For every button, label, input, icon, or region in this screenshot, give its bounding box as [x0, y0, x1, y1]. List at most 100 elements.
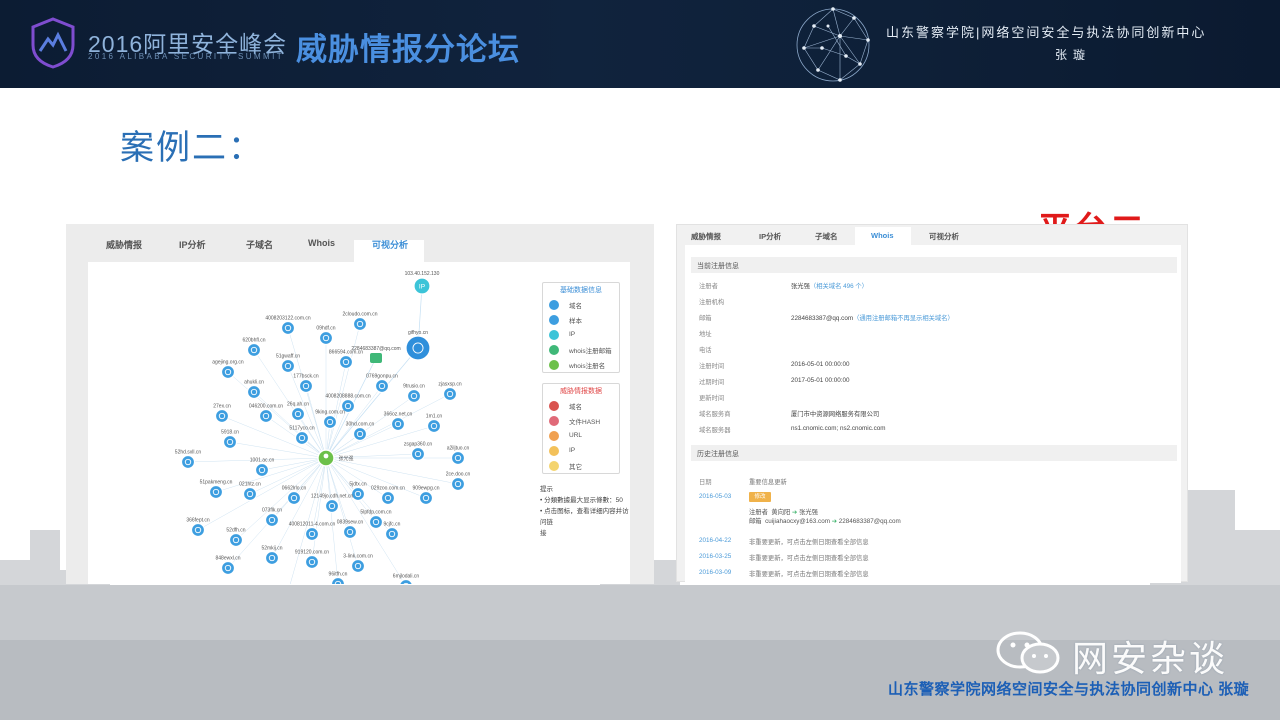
legend-item[interactable]: 域名: [543, 398, 619, 413]
domain-node[interactable]: [190, 522, 206, 538]
legend-item[interactable]: 域名: [543, 297, 619, 312]
domain-node[interactable]: [318, 330, 334, 346]
domain-node[interactable]: [304, 554, 320, 570]
graph-node-label: zsgap360.cn: [404, 442, 433, 448]
legend-item[interactable]: whois注册名: [543, 357, 619, 372]
legend-item[interactable]: IP: [543, 443, 619, 458]
legend-item[interactable]: 其它: [543, 458, 619, 473]
tab-visual-analysis[interactable]: 可视分析: [372, 238, 408, 251]
domain-node[interactable]: [368, 514, 384, 530]
center-node-label: 张光强: [338, 455, 353, 462]
domain-node[interactable]: [220, 364, 236, 380]
legend-item[interactable]: URL: [543, 428, 619, 443]
email-note-link[interactable]: （通用注册邮箱不再显示相关域名）: [853, 315, 954, 322]
domain-node[interactable]: [330, 576, 346, 585]
domain-node[interactable]: [280, 358, 296, 374]
domain-node[interactable]: [374, 378, 390, 394]
domain-node[interactable]: [418, 490, 434, 506]
domain-node[interactable]: [450, 476, 466, 492]
history-date-link[interactable]: 2016-03-09: [699, 569, 731, 576]
summit-header-banner: 2016阿里安全峰会 2016 ALIBABA SECURITY SUMMIT …: [0, 0, 1280, 88]
legend-item[interactable]: whois注册邮箱: [543, 342, 619, 357]
graph-node-label: agejing.org.cn: [212, 360, 244, 366]
domain-node[interactable]: [410, 446, 426, 462]
domain-node[interactable]: [290, 406, 306, 422]
graph-node-label: 27ex.cn: [213, 404, 231, 410]
domain-node[interactable]: [390, 416, 406, 432]
email-node[interactable]: [370, 353, 382, 363]
legend-item[interactable]: 文件HASH: [543, 413, 619, 428]
domain-node[interactable]: [352, 316, 368, 332]
graph-node-label: a2iljtuo.cn: [447, 446, 470, 452]
modified-badge: 修改: [749, 492, 771, 502]
related-domains-link[interactable]: （相关域名 496 个）: [810, 283, 868, 290]
graph-node-label: 177bsck.cn: [293, 374, 319, 380]
domain-node[interactable]: [246, 342, 262, 358]
arrow-right-icon: ➔: [831, 518, 837, 525]
domain-node[interactable]: [380, 490, 396, 506]
domain-node[interactable]: [246, 384, 262, 400]
domain-node[interactable]: [242, 486, 258, 502]
domain-node[interactable]: [384, 526, 400, 542]
graph-node-label: 1001.ac.cn: [250, 458, 275, 464]
domain-node[interactable]: [426, 418, 442, 434]
graph-node-label: ahukli.cn: [244, 380, 264, 386]
domain-node[interactable]: [220, 560, 236, 576]
tab-whois[interactable]: Whois: [308, 238, 335, 248]
legend-item[interactable]: 样本: [543, 312, 619, 327]
field-label: 过期时间: [699, 379, 725, 386]
history-date-link[interactable]: 2016-04-22: [699, 537, 731, 544]
domain-node[interactable]: [352, 426, 368, 442]
domain-node[interactable]: [254, 462, 270, 478]
domain-node[interactable]: [222, 434, 238, 450]
domain-node[interactable]: [264, 512, 280, 528]
domain-node[interactable]: [442, 386, 458, 402]
domain-node[interactable]: [258, 408, 274, 424]
domain-node[interactable]: [264, 550, 280, 566]
domain-node[interactable]: [208, 484, 224, 500]
domain-node[interactable]: [298, 378, 314, 394]
domain-node[interactable]: [450, 450, 466, 466]
graph-node-label: 919120.com.cn: [295, 550, 329, 556]
email-node-label: 2284683387@qq.com: [351, 346, 400, 352]
tab-ip-analysis[interactable]: IP分析: [179, 238, 206, 251]
domain-node[interactable]: [280, 320, 296, 336]
domain-node[interactable]: [350, 558, 366, 574]
tab-threat-intel[interactable]: 威胁情报: [691, 231, 721, 242]
tab-ip-analysis[interactable]: IP分析: [759, 231, 781, 242]
history-date-link[interactable]: 2016-03-25: [699, 553, 731, 560]
domain-node[interactable]: [342, 524, 358, 540]
domain-node[interactable]: [338, 354, 354, 370]
graph-node-label: 2ce.doo.cn: [446, 472, 471, 478]
history-date-link[interactable]: 2016-05-03: [699, 493, 731, 500]
legend-item[interactable]: IP: [543, 327, 619, 342]
field-label: 域名服务器: [699, 427, 731, 434]
graph-node-label: 029zoo.com.cn: [371, 486, 405, 492]
domain-node[interactable]: [350, 486, 366, 502]
hub-domain-node[interactable]: [405, 335, 431, 361]
tab-subdomain[interactable]: 子域名: [815, 231, 838, 242]
tab-subdomain[interactable]: 子域名: [246, 238, 273, 251]
url-icon: [549, 430, 559, 441]
domain-node[interactable]: [406, 388, 422, 404]
other-icon: [549, 460, 559, 471]
graph-node-label: 046200.com.cn: [249, 404, 283, 410]
domain-node[interactable]: [228, 532, 244, 548]
domain-node[interactable]: [322, 414, 338, 430]
graph-canvas[interactable]: 4008203122.com.cn 2cloudo.com.cn 620bhfl.c…: [88, 262, 630, 584]
domain-node[interactable]: [294, 430, 310, 446]
graph-node-label: 96itfh.cn: [329, 572, 348, 578]
domain-node[interactable]: [324, 498, 340, 514]
tab-whois[interactable]: Whois: [871, 231, 894, 240]
current-registration-header: 当前注册信息: [691, 257, 1177, 273]
history-change-header: 重要信息更新: [749, 479, 787, 486]
expiry-date-value: 2017-05-01 00:00:00: [791, 377, 850, 384]
alibaba-security-shield-logo: [31, 17, 75, 69]
graph-node-label: 0769gonpu.cn: [366, 374, 398, 380]
tab-visual-analysis[interactable]: 可视分析: [929, 231, 959, 242]
domain-node[interactable]: [304, 526, 320, 542]
tab-threat-intel[interactable]: 威胁情报: [106, 238, 142, 251]
domain-node[interactable]: [214, 408, 230, 424]
domain-node[interactable]: [286, 490, 302, 506]
domain-node[interactable]: [180, 454, 196, 470]
